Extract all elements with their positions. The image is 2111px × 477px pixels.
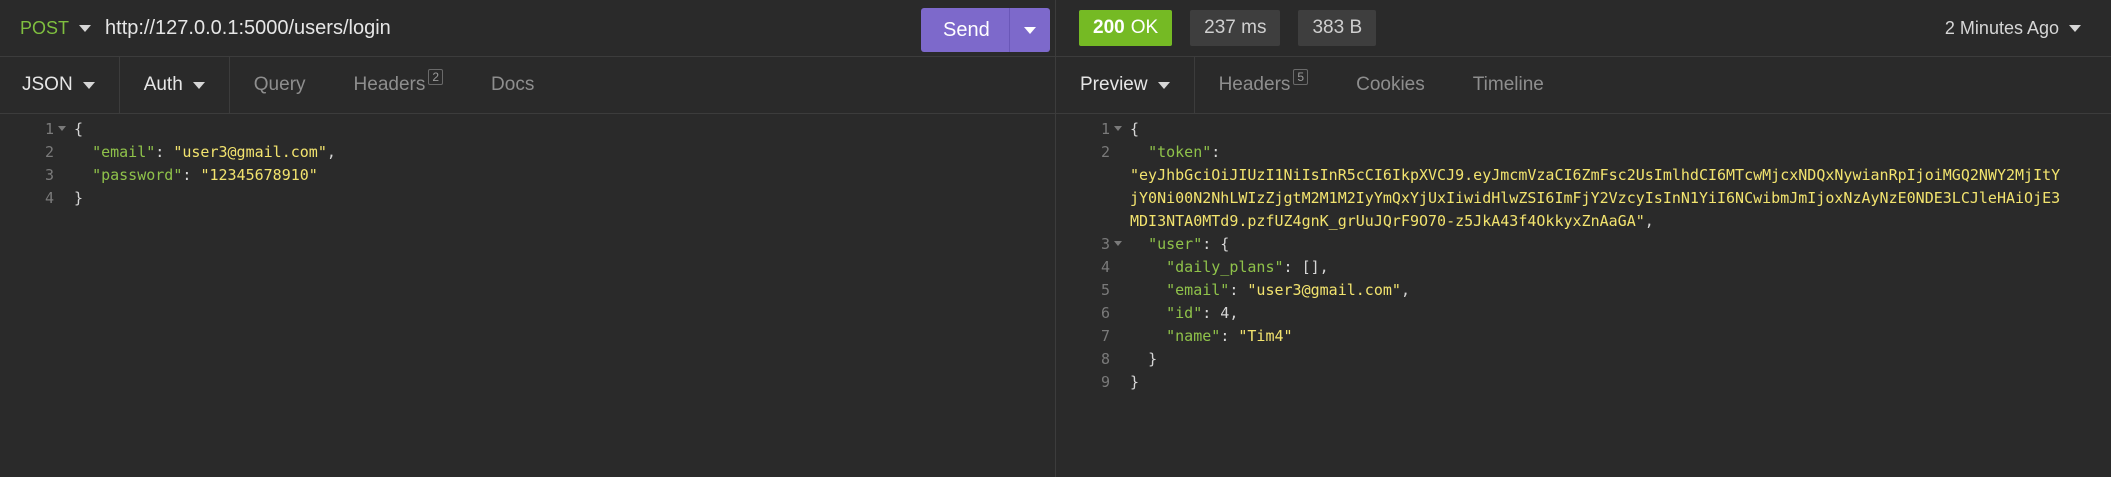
line-number: 2: [44, 143, 54, 161]
line-number: 2: [1100, 143, 1110, 161]
tab-preview-label: Preview: [1080, 74, 1148, 95]
request-body-editor[interactable]: 1 { 2 "email": "user3@gmail.com", 3 "pas…: [0, 118, 1055, 210]
send-divider: [1009, 8, 1010, 52]
chevron-down-icon: [1157, 81, 1170, 89]
code-line: 1 {: [0, 118, 1055, 141]
method-select[interactable]: POST: [20, 17, 92, 39]
code-text: "email": "user3@gmail.com",: [92, 143, 336, 161]
response-time-badge: 237 ms: [1190, 10, 1281, 46]
code-text: "name": "Tim4": [1166, 327, 1293, 345]
send-label: Send: [943, 18, 990, 41]
line-number: 3: [44, 166, 54, 184]
status-badge: 200 OK: [1079, 10, 1173, 46]
tab-body-json[interactable]: JSON: [0, 57, 119, 113]
code-line: 7 "name": "Tim4": [1056, 325, 2111, 348]
code-text: "token":: [1148, 143, 1221, 161]
code-line: "eyJhbGciOiJIUzI1NiIsInR5cCI6IkpXVCJ9.ey…: [1056, 164, 2111, 187]
response-body-viewer[interactable]: 1 { 2 "token": "eyJhbGciOiJIUzI1NiIsInR5…: [1056, 118, 2111, 394]
response-toolbar: 200 OK 237 ms 383 B 2 Minutes Ago: [1056, 0, 2111, 57]
method-label: POST: [20, 17, 70, 38]
tab-cookies[interactable]: Cookies: [1332, 57, 1449, 113]
headers-count-badge: 5: [1293, 69, 1309, 85]
chevron-down-icon: [79, 24, 92, 32]
tab-docs-label: Docs: [491, 74, 535, 95]
response-tabs: Preview Headers 5 Cookies Timeline: [1056, 57, 2111, 114]
code-text: "user": {: [1148, 235, 1230, 253]
code-line: 2 "token":: [1056, 141, 2111, 164]
request-toolbar: POST http://127.0.0.1:5000/users/login S…: [0, 0, 1055, 57]
fold-icon[interactable]: [1114, 126, 1122, 131]
url-input[interactable]: http://127.0.0.1:5000/users/login: [105, 17, 391, 40]
time-ago-label: 2 Minutes Ago: [1944, 18, 2059, 38]
tab-headers-label: Headers: [353, 74, 426, 95]
response-pane: 200 OK 237 ms 383 B 2 Minutes Ago Previe…: [1056, 0, 2111, 477]
send-button[interactable]: Send: [921, 8, 1050, 52]
tab-timeline-label: Timeline: [1472, 74, 1544, 95]
tab-response-headers[interactable]: Headers 5: [1195, 57, 1333, 113]
token-value-line-2: jY0Ni00N2NhLWIzZjgtM2M1M2IyYmQxYjUxIiwid…: [1130, 189, 2061, 207]
tab-auth[interactable]: Auth: [120, 57, 229, 113]
code-line: 4 "daily_plans": [],: [1056, 256, 2111, 279]
token-value-line-1: "eyJhbGciOiJIUzI1NiIsInR5cCI6IkpXVCJ9.ey…: [1130, 166, 2061, 184]
line-number: 6: [1100, 304, 1110, 322]
code-text: "email": "user3@gmail.com",: [1166, 281, 1410, 299]
code-text: "daily_plans": [],: [1166, 258, 1329, 276]
tab-query[interactable]: Query: [230, 57, 330, 113]
code-line: 1 {: [1056, 118, 2111, 141]
status-text: OK: [1130, 17, 1159, 38]
response-size-badge: 383 B: [1298, 10, 1377, 46]
line-number: 1: [0, 118, 66, 141]
tab-cookies-label: Cookies: [1356, 74, 1425, 95]
code-line: 5 "email": "user3@gmail.com",: [1056, 279, 2111, 302]
tab-headers[interactable]: Headers 2: [330, 57, 468, 113]
code-line: 6 "id": 4,: [1056, 302, 2111, 325]
status-code: 200: [1093, 17, 1125, 38]
request-tabs: JSON Auth Query Headers 2 Docs: [0, 57, 1055, 114]
line-number: 8: [1100, 350, 1110, 368]
code-line: 4 }: [0, 187, 1055, 210]
line-number: 9: [1100, 373, 1110, 391]
headers-count-badge: 2: [428, 69, 444, 85]
tab-query-label: Query: [253, 74, 306, 95]
code-line: 9 }: [1056, 371, 2111, 394]
code-text: "password": "12345678910": [92, 166, 318, 184]
tab-preview[interactable]: Preview: [1056, 57, 1194, 113]
code-text: }: [74, 189, 84, 207]
fold-icon[interactable]: [1114, 241, 1122, 246]
history-dropdown[interactable]: 2 Minutes Ago: [1945, 18, 2081, 39]
line-number: 1: [1056, 118, 1122, 141]
code-text: }: [1148, 350, 1158, 368]
chevron-down-icon: [2069, 25, 2081, 32]
tab-auth-label: Auth: [143, 74, 183, 95]
chevron-down-icon: [82, 81, 95, 89]
line-number: 4: [1100, 258, 1110, 276]
tab-docs[interactable]: Docs: [467, 57, 558, 113]
line-number: 4: [44, 189, 54, 207]
code-text: "id": 4,: [1166, 304, 1239, 322]
code-text: }: [1130, 373, 1140, 391]
line-number: 7: [1100, 327, 1110, 345]
line-number: 5: [1100, 281, 1110, 299]
code-line: MDI3NTA0MTd9.pzfUZ4gnK_grUuJQrF9O70-z5Jk…: [1056, 210, 2111, 233]
send-options-chevron-icon[interactable]: [1024, 27, 1036, 34]
tab-headers-label: Headers: [1218, 74, 1291, 95]
code-line: jY0Ni00N2NhLWIzZjgtM2M1M2IyYmQxYjUxIiwid…: [1056, 187, 2111, 210]
tab-body-label: JSON: [22, 74, 73, 95]
chevron-down-icon: [192, 81, 205, 89]
code-line: 8 }: [1056, 348, 2111, 371]
fold-icon[interactable]: [58, 126, 66, 131]
code-line: 3 "password": "12345678910": [0, 164, 1055, 187]
code-line: 3 "user": {: [1056, 233, 2111, 256]
token-value-line-3: MDI3NTA0MTd9.pzfUZ4gnK_grUuJQrF9O70-z5Jk…: [1130, 212, 1654, 230]
code-line: 2 "email": "user3@gmail.com",: [0, 141, 1055, 164]
request-pane: POST http://127.0.0.1:5000/users/login S…: [0, 0, 1055, 477]
tab-timeline[interactable]: Timeline: [1449, 57, 1568, 113]
line-number: 3: [1056, 233, 1122, 256]
